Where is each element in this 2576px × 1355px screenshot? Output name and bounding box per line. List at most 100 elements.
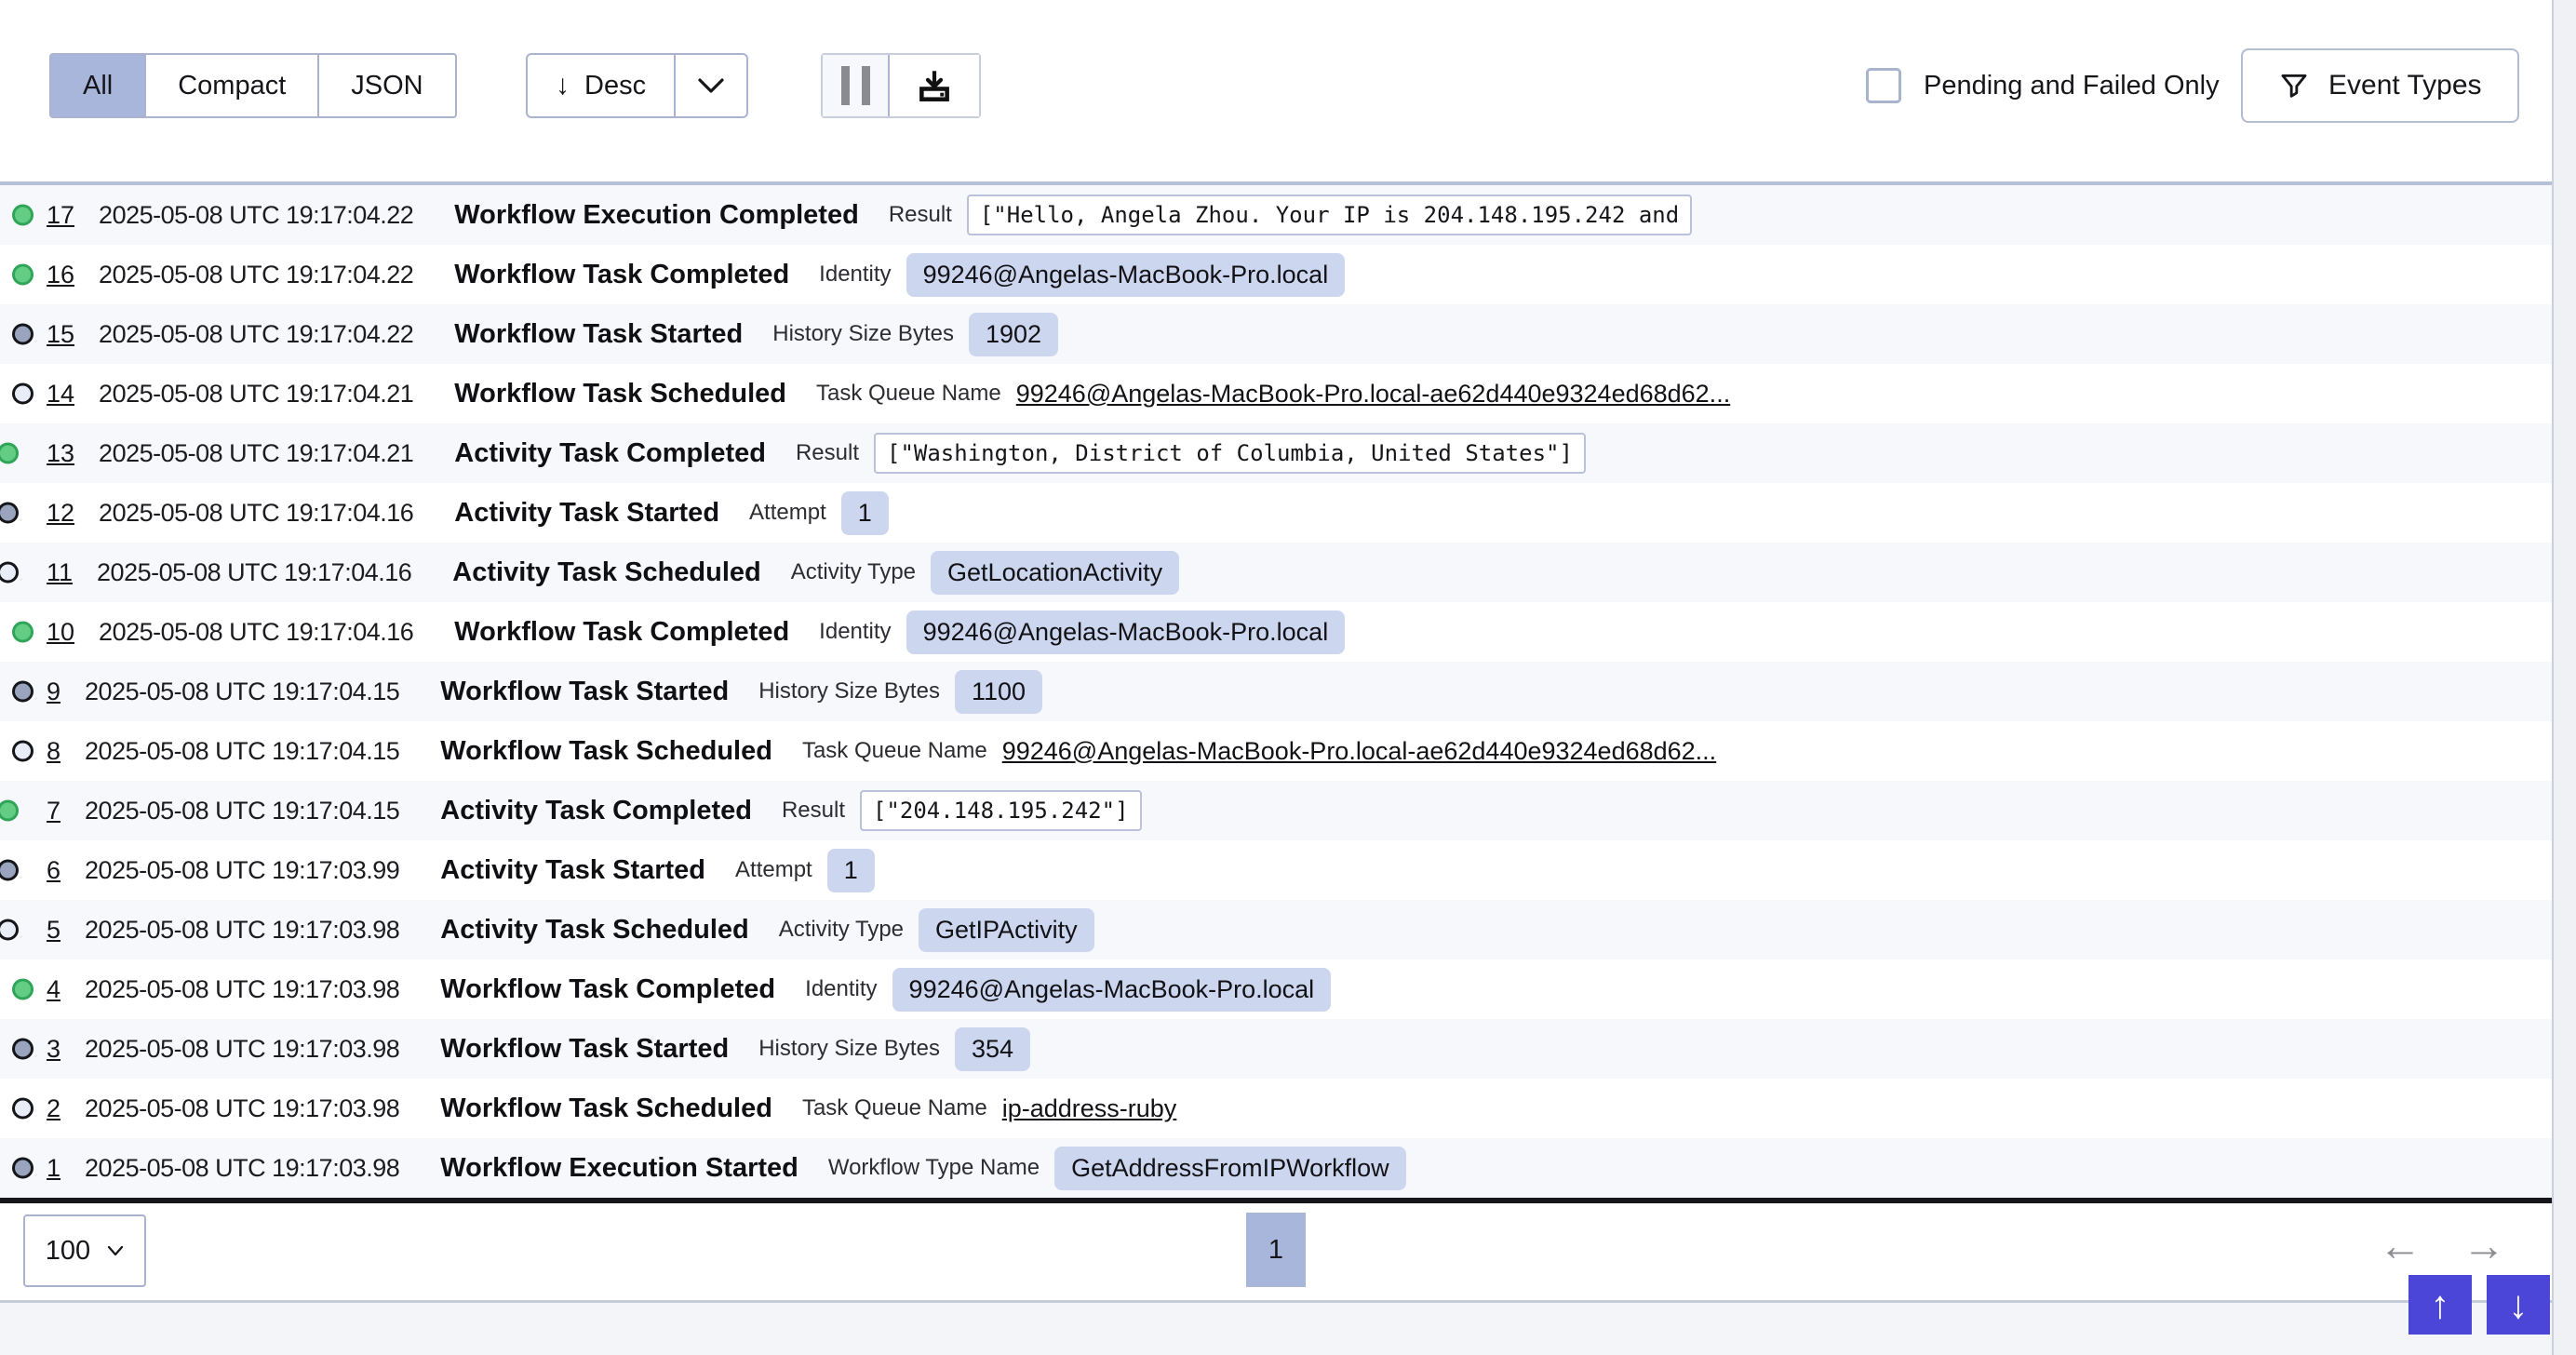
event-name: Activity Task Completed (454, 438, 766, 469)
page-size-value: 100 (46, 1236, 90, 1267)
event-id-link[interactable]: 12 (47, 499, 74, 528)
event-history-list: 17 2025-05-08 UTC 19:17:04.22 Workflow E… (0, 181, 2552, 1203)
event-detail-label: Identity (819, 262, 891, 288)
event-id-link[interactable]: 16 (47, 261, 74, 289)
event-row[interactable]: 7 2025-05-08 UTC 19:17:04.15 Activity Ta… (0, 781, 2552, 840)
pagination-bar: 100 1 ← → (0, 1203, 2552, 1297)
event-id-link[interactable]: 3 (47, 1035, 60, 1064)
sort-options-dropdown-button[interactable] (674, 55, 746, 116)
event-name: Activity Task Scheduled (440, 915, 748, 946)
view-tab-all[interactable]: All (51, 55, 144, 116)
event-name: Workflow Task Completed (440, 974, 775, 1005)
event-detail-value[interactable]: 99246@Angelas-MacBook-Pro.local-ae62d440… (1016, 380, 1730, 409)
event-row[interactable]: 3 2025-05-08 UTC 19:17:03.98 Workflow Ta… (0, 1019, 2552, 1079)
event-detail-label: Task Queue Name (816, 381, 1001, 407)
pending-failed-checkbox[interactable] (1866, 68, 1901, 103)
event-name: Workflow Task Completed (454, 617, 789, 648)
event-row[interactable]: 17 2025-05-08 UTC 19:17:04.22 Workflow E… (0, 185, 2552, 245)
event-id-link[interactable]: 13 (47, 439, 74, 468)
event-row[interactable]: 6 2025-05-08 UTC 19:17:03.99 Activity Ta… (0, 840, 2552, 900)
chevron-down-icon (697, 77, 725, 94)
event-id-link[interactable]: 15 (47, 320, 74, 349)
event-id-link[interactable]: 8 (47, 737, 60, 766)
event-detail-value: 1902 (969, 313, 1058, 356)
event-id-link[interactable]: 11 (47, 558, 73, 587)
event-detail-value[interactable]: ip-address-ruby (1002, 1094, 1177, 1123)
event-row[interactable]: 4 2025-05-08 UTC 19:17:03.98 Workflow Ta… (0, 959, 2552, 1019)
event-row[interactable]: 9 2025-05-08 UTC 19:17:04.15 Workflow Ta… (0, 662, 2552, 721)
event-id-link[interactable]: 2 (47, 1094, 60, 1123)
sort-label: Desc (584, 71, 646, 101)
download-history-button[interactable] (888, 55, 979, 116)
scroll-to-bottom-button[interactable]: ↓ (2487, 1275, 2550, 1335)
event-row[interactable]: 11 2025-05-08 UTC 19:17:04.16 Activity T… (0, 543, 2552, 602)
event-types-filter-button[interactable]: Event Types (2241, 48, 2519, 123)
event-timestamp: 2025-05-08 UTC 19:17:03.98 (85, 916, 399, 945)
event-detail-label: Activity Type (779, 917, 904, 943)
event-timestamp: 2025-05-08 UTC 19:17:03.98 (85, 1035, 399, 1064)
sort-order-control: ↓ Desc (526, 53, 748, 118)
event-row[interactable]: 16 2025-05-08 UTC 19:17:04.22 Workflow T… (0, 245, 2552, 304)
event-detail-value: ["Hello, Angela Zhou. Your IP is 204.148… (967, 195, 1692, 235)
event-row[interactable]: 5 2025-05-08 UTC 19:17:03.98 Activity Ta… (0, 900, 2552, 959)
next-page-arrow[interactable]: → (2462, 1220, 2505, 1270)
event-id-link[interactable]: 17 (47, 201, 74, 230)
event-row[interactable]: 8 2025-05-08 UTC 19:17:04.15 Workflow Ta… (0, 721, 2552, 781)
event-id-link[interactable]: 14 (47, 380, 74, 409)
event-detail-label: Result (796, 440, 859, 466)
previous-page-arrow[interactable]: ← (2379, 1220, 2422, 1270)
event-detail-value: GetIPActivity (919, 908, 1094, 952)
event-types-label: Event Types (2328, 70, 2482, 101)
event-timestamp: 2025-05-08 UTC 19:17:04.22 (99, 320, 413, 349)
event-marker-icon (12, 979, 34, 1000)
event-marker-icon (12, 324, 34, 345)
event-id-link[interactable]: 7 (47, 797, 60, 825)
event-marker-icon (0, 919, 19, 941)
event-row[interactable]: 15 2025-05-08 UTC 19:17:04.22 Workflow T… (0, 304, 2552, 364)
current-page-indicator[interactable]: 1 (1246, 1213, 1306, 1287)
event-name: Workflow Execution Started (440, 1153, 798, 1184)
page-size-select[interactable]: 100 (23, 1214, 146, 1287)
event-id-link[interactable]: 9 (47, 678, 60, 706)
event-marker-icon (0, 860, 19, 881)
event-name: Workflow Task Completed (454, 260, 789, 290)
pause-button[interactable] (823, 55, 888, 116)
event-name: Workflow Task Scheduled (440, 736, 772, 767)
event-detail-value: 1100 (955, 670, 1042, 714)
event-timestamp: 2025-05-08 UTC 19:17:04.21 (99, 380, 413, 409)
event-marker-icon (12, 1158, 34, 1179)
event-row[interactable]: 10 2025-05-08 UTC 19:17:04.16 Workflow T… (0, 602, 2552, 662)
event-row[interactable]: 1 2025-05-08 UTC 19:17:03.98 Workflow Ex… (0, 1138, 2552, 1198)
event-timestamp: 2025-05-08 UTC 19:17:04.16 (99, 618, 413, 647)
event-row[interactable]: 2 2025-05-08 UTC 19:17:03.98 Workflow Ta… (0, 1079, 2552, 1138)
view-tab-json[interactable]: JSON (317, 55, 454, 116)
event-row[interactable]: 13 2025-05-08 UTC 19:17:04.21 Activity T… (0, 423, 2552, 483)
event-timestamp: 2025-05-08 UTC 19:17:04.16 (97, 558, 411, 587)
event-name: Workflow Execution Completed (454, 200, 859, 231)
event-name: Workflow Task Scheduled (454, 379, 786, 409)
event-detail-label: Identity (805, 976, 877, 1002)
event-timestamp: 2025-05-08 UTC 19:17:04.21 (99, 439, 413, 468)
scroll-to-top-button[interactable]: ↑ (2408, 1275, 2472, 1335)
event-id-link[interactable]: 10 (47, 618, 74, 647)
filter-funnel-icon (2278, 70, 2310, 101)
event-id-link[interactable]: 1 (47, 1154, 60, 1183)
event-row[interactable]: 14 2025-05-08 UTC 19:17:04.21 Workflow T… (0, 364, 2552, 423)
event-timestamp: 2025-05-08 UTC 19:17:04.15 (85, 678, 399, 706)
event-detail-value[interactable]: 99246@Angelas-MacBook-Pro.local-ae62d440… (1002, 737, 1716, 766)
pending-failed-label: Pending and Failed Only (1924, 71, 2220, 101)
event-name: Workflow Task Started (454, 319, 743, 350)
history-toolbar: AllCompactJSON ↓ Desc (0, 0, 2552, 181)
event-detail-value: 99246@Angelas-MacBook-Pro.local (892, 968, 1332, 1012)
sort-desc-button[interactable]: ↓ Desc (528, 55, 674, 116)
event-marker-icon (0, 800, 19, 822)
event-id-link[interactable]: 6 (47, 856, 60, 885)
view-tab-compact[interactable]: Compact (144, 55, 317, 116)
event-name: Workflow Task Started (440, 677, 729, 707)
event-marker-icon (12, 622, 34, 643)
event-id-link[interactable]: 5 (47, 916, 60, 945)
vertical-scrollbar[interactable] (2552, 0, 2576, 1355)
event-name: Activity Task Started (454, 498, 719, 529)
event-id-link[interactable]: 4 (47, 975, 60, 1004)
event-row[interactable]: 12 2025-05-08 UTC 19:17:04.16 Activity T… (0, 483, 2552, 543)
